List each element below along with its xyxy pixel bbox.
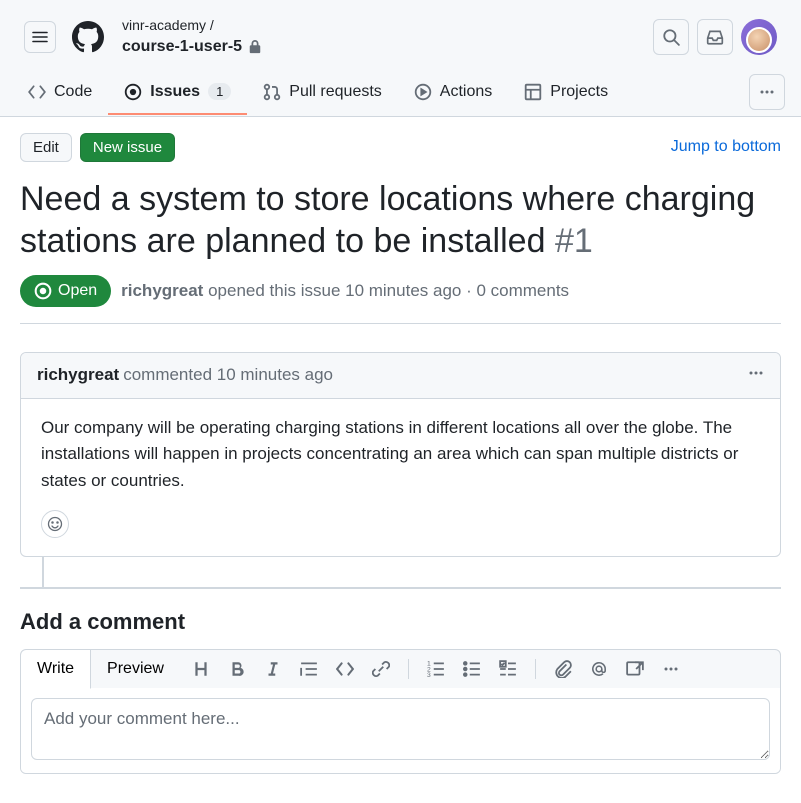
user-avatar[interactable] — [741, 19, 777, 55]
quote-icon[interactable] — [300, 660, 318, 678]
code-icon — [28, 83, 46, 101]
smiley-icon — [47, 516, 63, 532]
issue-number: #1 — [555, 222, 593, 260]
github-logo-icon[interactable] — [72, 21, 104, 53]
issue-meta: richygreat opened this issue 10 minutes … — [121, 281, 569, 301]
status-badge: Open — [20, 275, 111, 307]
breadcrumb: vinr-academy / course-1-user-5 — [120, 16, 637, 58]
kebab-icon — [748, 365, 764, 381]
tab-projects-label: Projects — [550, 83, 608, 101]
search-icon — [662, 28, 680, 46]
editor-tab-preview[interactable]: Preview — [91, 650, 180, 688]
tab-issues[interactable]: Issues 1 — [108, 75, 247, 115]
unordered-list-icon[interactable] — [463, 660, 481, 678]
status-text: Open — [58, 282, 97, 300]
link-icon[interactable] — [372, 660, 390, 678]
actions-icon — [414, 83, 432, 101]
tab-issues-label: Issues — [150, 83, 200, 101]
add-reaction-button[interactable] — [41, 510, 69, 538]
comment-author[interactable]: richygreat — [37, 365, 119, 385]
comment-textarea[interactable] — [31, 698, 770, 760]
issue-open-icon — [34, 282, 52, 300]
editor-tab-write[interactable]: Write — [21, 650, 91, 689]
mention-icon[interactable] — [590, 660, 608, 678]
comment-meta: commented 10 minutes ago — [123, 365, 333, 385]
issue-author[interactable]: richygreat — [121, 281, 203, 300]
hamburger-menu-button[interactable] — [24, 21, 56, 53]
tab-pullrequests[interactable]: Pull requests — [247, 75, 398, 115]
crossref-icon[interactable] — [626, 660, 644, 678]
comment-menu-button[interactable] — [748, 365, 764, 386]
kebab-icon — [759, 84, 775, 100]
issues-count-badge: 1 — [208, 83, 231, 100]
projects-icon — [524, 83, 542, 101]
attach-icon[interactable] — [554, 660, 572, 678]
comment-editor: Write Preview 123 — [20, 649, 781, 774]
tab-actions-label: Actions — [440, 83, 492, 101]
lock-icon — [248, 40, 262, 54]
svg-text:3: 3 — [427, 672, 431, 678]
editor-toolbar: 123 — [192, 659, 780, 679]
repo-tabs: Code Issues 1 Pull requests Actions Proj… — [0, 74, 801, 116]
tab-projects[interactable]: Projects — [508, 75, 624, 115]
more-toolbar-icon[interactable] — [662, 660, 680, 678]
issue-opened-meta: opened this issue 10 minutes ago · 0 com… — [208, 281, 569, 300]
pullrequest-icon — [263, 83, 281, 101]
inbox-button[interactable] — [697, 19, 733, 55]
tab-pulls-label: Pull requests — [289, 83, 382, 101]
hamburger-icon — [32, 29, 48, 45]
issue-title-text: Need a system to store locations where c… — [20, 180, 755, 261]
task-list-icon[interactable] — [499, 660, 517, 678]
breadcrumb-org[interactable]: vinr-academy — [122, 17, 206, 33]
tab-code-label: Code — [54, 83, 92, 101]
ordered-list-icon[interactable]: 123 — [427, 660, 445, 678]
edit-button[interactable]: Edit — [20, 133, 72, 162]
issue-icon — [124, 83, 142, 101]
search-button[interactable] — [653, 19, 689, 55]
tab-code[interactable]: Code — [12, 75, 108, 115]
heading-icon[interactable] — [192, 660, 210, 678]
inbox-icon — [706, 28, 724, 46]
bold-icon[interactable] — [228, 660, 246, 678]
add-comment-heading: Add a comment — [20, 609, 781, 635]
more-tabs-button[interactable] — [749, 74, 785, 110]
breadcrumb-repo[interactable]: course-1-user-5 — [122, 36, 242, 58]
issue-title: Need a system to store locations where c… — [20, 178, 781, 263]
timeline-line — [42, 557, 44, 587]
new-issue-button[interactable]: New issue — [80, 133, 175, 162]
comment-body: Our company will be operating charging s… — [21, 399, 780, 510]
breadcrumb-sep: / — [210, 17, 214, 33]
code-icon[interactable] — [336, 660, 354, 678]
app-header: vinr-academy / course-1-user-5 Code — [0, 0, 801, 117]
italic-icon[interactable] — [264, 660, 282, 678]
jump-to-bottom-link[interactable]: Jump to bottom — [671, 138, 781, 156]
tab-actions[interactable]: Actions — [398, 75, 508, 115]
comment: richygreat commented 10 minutes ago Our … — [20, 352, 781, 557]
